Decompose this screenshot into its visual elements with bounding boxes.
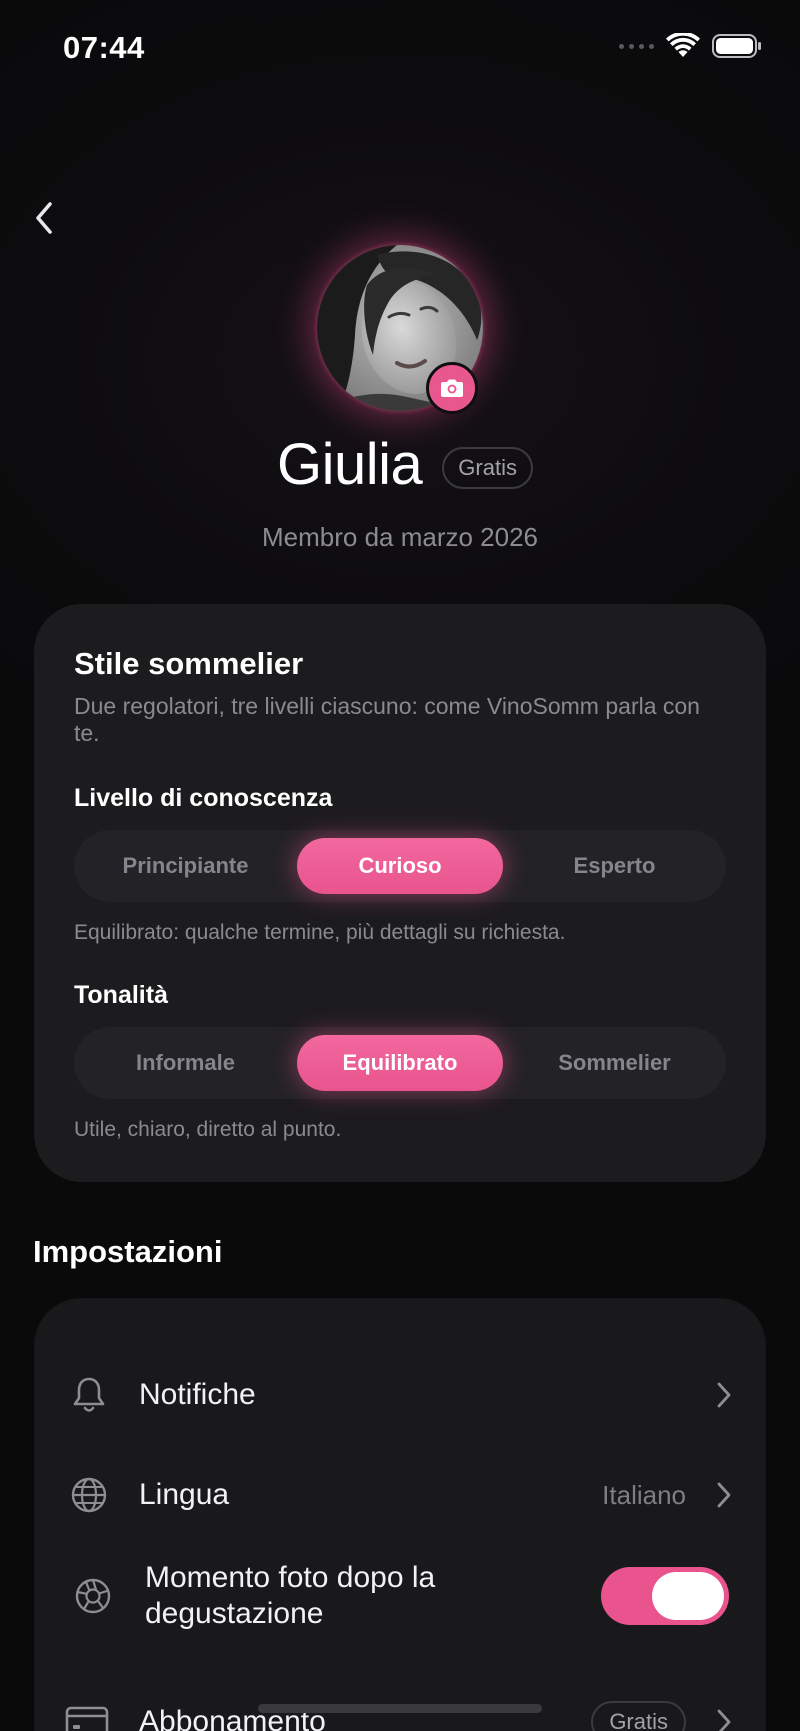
knowledge-option-principiante[interactable]: Principiante: [80, 838, 291, 894]
row-label: Notifiche: [139, 1378, 256, 1411]
settings-row-notifications[interactable]: Notifiche: [34, 1350, 766, 1440]
card-subtitle: Due regolatori, tre livelli ciascuno: co…: [74, 693, 700, 746]
chevron-right-icon: [712, 1380, 736, 1410]
status-bar: 07:44: [0, 0, 800, 100]
avatar-container[interactable]: [317, 245, 483, 414]
credit-card-icon: [64, 1701, 110, 1731]
sommelier-style-card: Stile sommelier Due regolatori, tre live…: [34, 604, 766, 1182]
profile-name: Giulia: [277, 432, 423, 497]
row-label: Momento foto dopo la degustazione: [145, 1561, 436, 1630]
globe-icon: [68, 1474, 110, 1516]
tone-option-equilibrato[interactable]: Equilibrato: [297, 1035, 503, 1091]
settings-row-language[interactable]: Lingua Italiano: [34, 1450, 766, 1540]
settings-row-photo-moment: Momento foto dopo la degustazione: [34, 1541, 766, 1651]
home-indicator[interactable]: [258, 1704, 542, 1713]
battery-icon: [712, 34, 761, 58]
camera-icon: [441, 379, 463, 397]
back-button[interactable]: [24, 196, 64, 240]
photo-moment-toggle[interactable]: [601, 1567, 729, 1625]
bell-icon: [68, 1374, 110, 1416]
knowledge-level-label: Livello di conoscenza: [74, 784, 333, 812]
knowledge-level-control: Principiante Curioso Esperto: [74, 830, 726, 902]
settings-title: Impostazioni: [33, 1234, 223, 1269]
toggle-knob: [652, 1572, 724, 1620]
chevron-left-icon: [36, 202, 52, 234]
plan-badge: Gratis: [442, 447, 533, 489]
status-icons: [619, 33, 762, 59]
tone-help: Utile, chiaro, diretto al punto.: [74, 1118, 342, 1141]
knowledge-option-esperto[interactable]: Esperto: [509, 838, 720, 894]
cellular-signal-icon: [619, 43, 654, 49]
tone-option-sommelier[interactable]: Sommelier: [509, 1035, 720, 1091]
member-since: Membro da marzo 2026: [261, 522, 539, 552]
subscription-badge: Gratis: [591, 1701, 686, 1731]
tone-control: Informale Equilibrato Sommelier: [74, 1027, 726, 1099]
wifi-icon: [666, 33, 700, 57]
knowledge-level-help: Equilibrato: qualche termine, più dettag…: [74, 921, 566, 944]
knowledge-option-curioso[interactable]: Curioso: [297, 838, 503, 894]
profile-name-row: Giulia Gratis: [0, 432, 800, 498]
card-title: Stile sommelier: [74, 646, 304, 681]
status-time: 07:44: [63, 30, 145, 65]
tone-option-informale[interactable]: Informale: [80, 1035, 291, 1091]
row-label: Lingua: [139, 1478, 230, 1511]
tone-label: Tonalità: [74, 981, 168, 1009]
aperture-icon: [72, 1575, 114, 1617]
language-value: Italiano: [602, 1479, 686, 1510]
chevron-right-icon: [712, 1480, 736, 1510]
chevron-right-icon: [712, 1707, 736, 1731]
settings-list: Notifiche Lingua Italiano Momento foto d…: [34, 1298, 766, 1731]
change-photo-button[interactable]: [426, 362, 478, 414]
profile-screen: 07:44 Giulia Gratis Membro da marzo 2026…: [0, 0, 800, 1731]
